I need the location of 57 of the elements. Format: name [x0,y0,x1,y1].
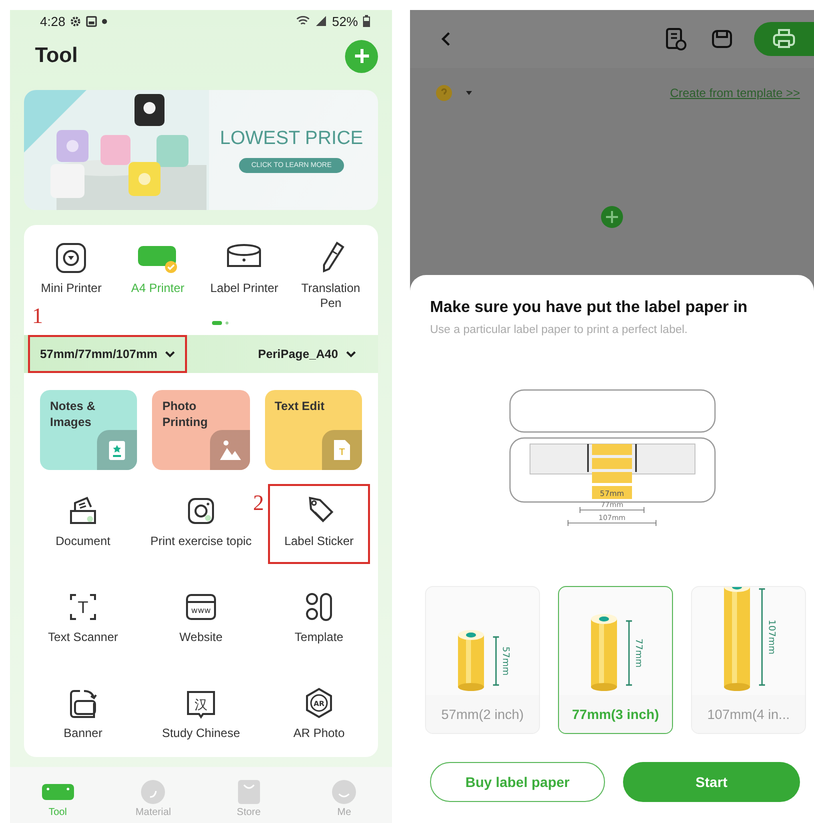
dimension-line [580,506,644,514]
image-icon [86,16,98,26]
paper-roll-drawing [458,630,484,691]
dot-icon [102,18,108,24]
tool-item[interactable]: Print exercise topic [150,484,252,564]
page-title: Tool [35,44,78,68]
printer-icon [772,28,796,50]
mountain-icon [210,430,250,470]
save-icon [711,28,733,50]
feature-tile[interactable]: Photo Printing [152,390,250,470]
add-icon[interactable] [601,206,623,228]
annotation-number: 1 [32,305,43,327]
print-button[interactable] [754,22,814,56]
sheet-subtitle: Use a particular label paper to print a perfect label. [430,324,689,336]
measure-line [625,620,633,686]
wifi-icon [296,15,310,27]
tool-item[interactable]: www Website [150,580,252,660]
tile-label: Photo Printing [162,398,209,430]
page-indicator [212,321,230,325]
feature-tile[interactable]: Notes & Images [40,390,138,470]
status-time: 4:28 [40,14,66,28]
gear-icon [70,16,82,26]
document-clock-icon [665,27,687,51]
tile-label: Notes & Images [50,398,96,430]
caret-icon[interactable] [466,91,472,95]
roll-size-label: 57mm [500,646,510,676]
feature-tile[interactable]: Text Edit T [264,390,362,470]
tool-item[interactable]: 汉 Study Chinese [150,676,252,756]
tool-item[interactable]: Template [268,580,370,660]
printer-dropdown[interactable]: PeriPage_A40 [248,335,366,373]
roll-size-label: 77mm [633,638,643,668]
file-icon: T [322,430,362,470]
signal-icon [314,15,327,27]
annotation-number: 2 [253,492,265,514]
tool-item[interactable]: T Text Scanner [32,580,134,660]
tool-item[interactable]: Banner [32,676,134,756]
add-button[interactable] [345,40,378,72]
measure-line [492,636,500,686]
paper-option[interactable]: 57mm 57mm(2 inch) [425,586,540,734]
chevron-left-icon [441,31,451,47]
note-icon [97,430,138,470]
paper-option[interactable]: 77mm 77mm(3 inch) [558,586,673,734]
paper-size-dropdown[interactable]: 57mm/77mm/107mm [28,335,188,373]
tool-item[interactable]: Document [32,484,134,564]
paper-option[interactable]: 107mm 107mm(4 in... [691,586,806,734]
tile-label: Text Edit [274,398,326,414]
tool-item[interactable]: Label Sticker [268,484,370,564]
roll-size-label: 107mm [766,620,776,654]
banner-headline: LOWEST PRICE [220,128,364,150]
device-tab[interactable]: Label Printer [201,241,288,311]
sheet-title: Make sure you have put the label paper in [430,298,748,318]
device-tab[interactable]: Translation Pen [288,241,374,311]
chevron-down-icon [165,350,176,358]
plus-icon [354,48,370,64]
chevron-down-icon [346,350,356,358]
battery-percent: 52% [332,14,358,28]
battery-icon [363,15,370,27]
